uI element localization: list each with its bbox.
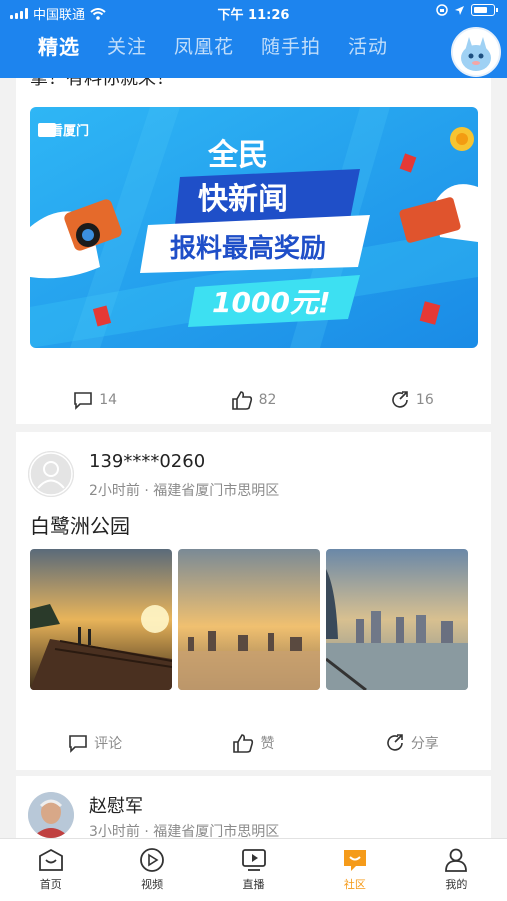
photo-3[interactable] (326, 549, 468, 690)
avatar[interactable] (28, 451, 74, 497)
nav-community[interactable]: 社区 (304, 839, 405, 901)
tab-featured[interactable]: 精选 (38, 30, 80, 64)
tab-snapshots[interactable]: 随手拍 (261, 30, 321, 64)
location-icon (455, 5, 464, 15)
photo-1[interactable] (30, 549, 172, 690)
username[interactable]: 139****0260 (89, 451, 205, 472)
nav-home[interactable]: 首页 (0, 839, 101, 901)
community-icon (343, 850, 366, 871)
promo-banner[interactable]: 看厦门 全民 快新闻 报料最高奖励 1000元! (30, 107, 478, 348)
tab-phoenix-flower[interactable]: 凤凰花 (174, 30, 234, 64)
nav-community-label: 社区 (343, 878, 366, 891)
share-button[interactable]: 16 (333, 385, 491, 415)
post-meta: 2小时前 · 福建省厦门市思明区 (89, 483, 280, 499)
battery-icon (471, 4, 498, 16)
banner-line2: 快新闻 (198, 182, 288, 217)
photo-grid (30, 549, 468, 690)
share-label: 分享 (410, 736, 439, 752)
banner-line4: 1000元! (212, 286, 331, 319)
like-count: 82 (258, 392, 277, 408)
mascot-avatar[interactable] (451, 27, 501, 77)
share-icon (392, 391, 408, 408)
home-icon (38, 848, 63, 871)
nav-home-label: 首页 (39, 878, 62, 891)
comment-button[interactable]: 评论 (16, 728, 174, 758)
share-button[interactable]: 分享 (333, 728, 491, 758)
app-header: 中国联通 下午 11:26 精选 关注 凤凰花 随手拍 活动 (0, 0, 507, 78)
feed-card-post[interactable]: 139****0260 2小时前 · 福建省厦门市思明区 白鹭洲公园 评论 赞 … (16, 432, 491, 770)
comment-icon (69, 735, 87, 753)
comment-label: 评论 (94, 736, 123, 752)
thumbs-up-icon (233, 734, 254, 753)
feed-card-post-2[interactable]: 赵慰军 3小时前 · 福建省厦门市思明区 (16, 776, 491, 846)
status-bar: 中国联通 下午 11:26 (0, 0, 507, 24)
banner-logo: 看厦门 (50, 123, 89, 139)
banner-line3: 报料最高奖励 (170, 233, 326, 264)
rotation-lock-icon (436, 4, 448, 16)
comment-count: 14 (99, 392, 118, 408)
avatar[interactable] (28, 792, 74, 838)
card2-actions: 评论 赞 分享 (16, 728, 491, 758)
nav-mine[interactable]: 我的 (406, 839, 507, 901)
tab-following[interactable]: 关注 (107, 30, 147, 64)
clipped-text: 掌！有料你就来！ (30, 78, 174, 89)
nav-live-label: 直播 (242, 878, 265, 891)
nav-video-label: 视频 (141, 878, 164, 891)
like-label: 赞 (260, 736, 275, 752)
tv-icon (241, 849, 266, 871)
feed-card-banner[interactable]: 掌！有料你就来！ 看厦门 全民 快新闻 报料最高奖励 1000元! 14 82 … (16, 78, 491, 424)
comment-icon (74, 392, 93, 410)
nav-live[interactable]: 直播 (203, 839, 304, 901)
comment-button[interactable]: 14 (16, 385, 174, 415)
clock: 下午 11:26 (217, 8, 290, 23)
bottom-nav: 首页 视频 直播 社区 我的 (0, 838, 507, 901)
play-icon (140, 848, 165, 872)
post-title[interactable]: 白鹭洲公园 (30, 510, 130, 539)
tab-events[interactable]: 活动 (348, 30, 388, 64)
banner-line1: 全民 (207, 138, 268, 173)
card1-actions: 14 82 16 (16, 385, 491, 415)
like-button[interactable]: 赞 (174, 728, 332, 758)
share-count: 16 (415, 392, 434, 408)
nav-video[interactable]: 视频 (101, 839, 202, 901)
nav-mine-label: 我的 (445, 878, 468, 891)
share-icon (387, 734, 403, 751)
thumbs-up-icon (231, 391, 252, 410)
like-button[interactable]: 82 (174, 385, 332, 415)
photo-2[interactable] (178, 549, 320, 690)
person-icon (445, 848, 468, 872)
username[interactable]: 赵慰军 (89, 792, 143, 818)
top-tab-bar: 精选 关注 凤凰花 随手拍 活动 (38, 30, 415, 64)
